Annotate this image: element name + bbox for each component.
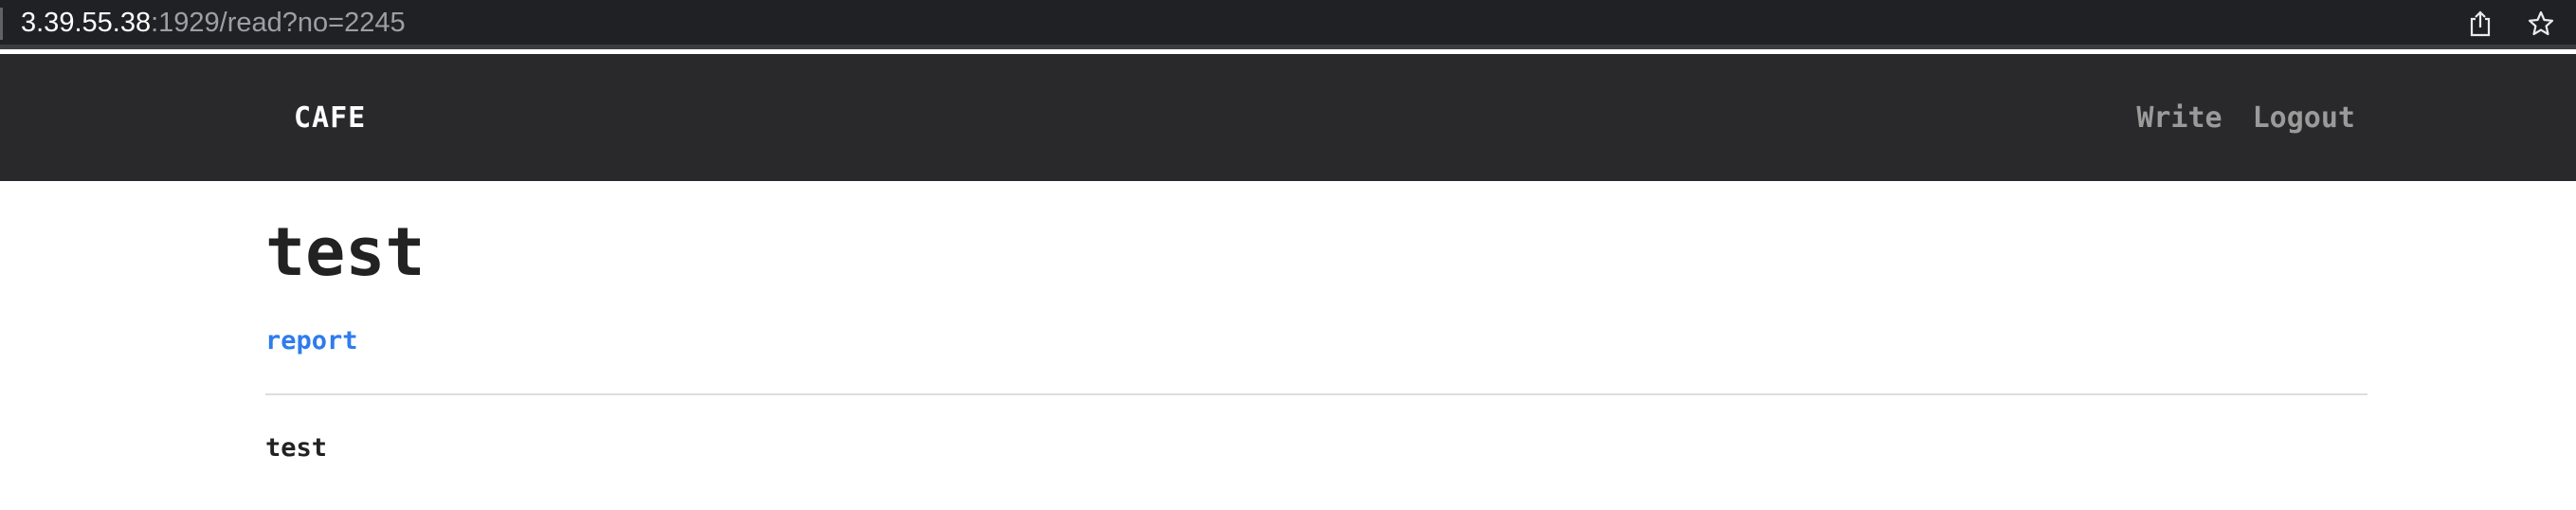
post-title: test: [265, 213, 426, 291]
share-icon[interactable]: [2462, 6, 2498, 42]
site-navbar: CAFE Write Logout: [0, 54, 2576, 181]
brand-link[interactable]: CAFE: [294, 101, 366, 135]
url-path: :1929/read?no=2245: [151, 8, 406, 38]
divider: [265, 393, 2367, 395]
star-icon[interactable]: [2523, 6, 2559, 42]
report-link[interactable]: report: [265, 326, 358, 355]
post-body: test: [265, 433, 328, 463]
url-field[interactable]: 3.39.55.38:1929/read?no=2245: [21, 6, 406, 40]
nav-links: Write Logout: [2136, 101, 2355, 135]
logout-link[interactable]: Logout: [2253, 101, 2355, 135]
browser-address-bar: 3.39.55.38:1929/read?no=2245: [0, 0, 2576, 49]
write-link[interactable]: Write: [2136, 101, 2222, 135]
url-host: 3.39.55.38: [21, 8, 152, 38]
address-bar-edge: [0, 8, 3, 40]
